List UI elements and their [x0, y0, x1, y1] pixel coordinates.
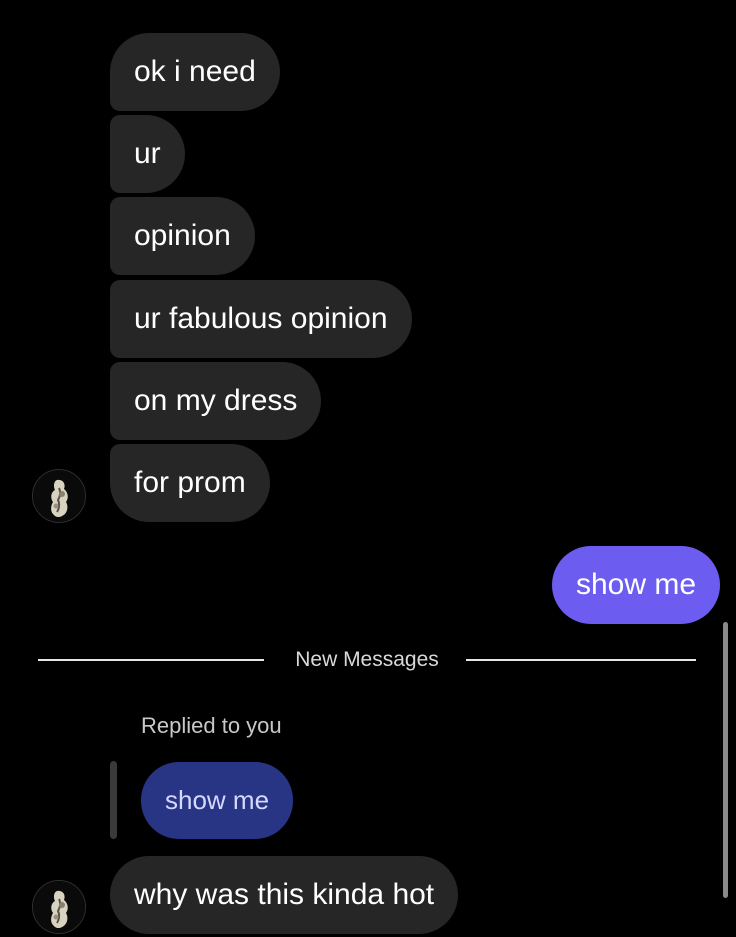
- incoming-message-bubble[interactable]: ok i need: [110, 33, 280, 111]
- new-messages-divider-label: New Messages: [295, 648, 439, 671]
- quoted-message-bubble[interactable]: show me: [141, 762, 294, 839]
- incoming-message-bubble[interactable]: opinion: [110, 197, 255, 275]
- incoming-message-bubble[interactable]: ur: [110, 115, 185, 193]
- avatar-icon: [33, 470, 85, 522]
- reply-indicator-bar: [110, 761, 117, 839]
- avatar-icon: [33, 881, 85, 933]
- divider-line-left: [38, 659, 264, 661]
- sender-avatar[interactable]: [32, 469, 86, 523]
- scrollbar[interactable]: [723, 622, 728, 898]
- outgoing-message-bubble[interactable]: show me: [551, 546, 720, 624]
- divider-line-right: [466, 659, 696, 661]
- replied-to-you-label: Replied to you: [141, 713, 282, 738]
- incoming-message-bubble[interactable]: for prom: [110, 444, 270, 522]
- incoming-reply-message-bubble[interactable]: why was this kinda hot: [110, 856, 459, 934]
- incoming-message-bubble[interactable]: ur fabulous opinion: [110, 280, 412, 358]
- sender-avatar[interactable]: [32, 880, 86, 934]
- incoming-message-bubble[interactable]: on my dress: [110, 362, 322, 440]
